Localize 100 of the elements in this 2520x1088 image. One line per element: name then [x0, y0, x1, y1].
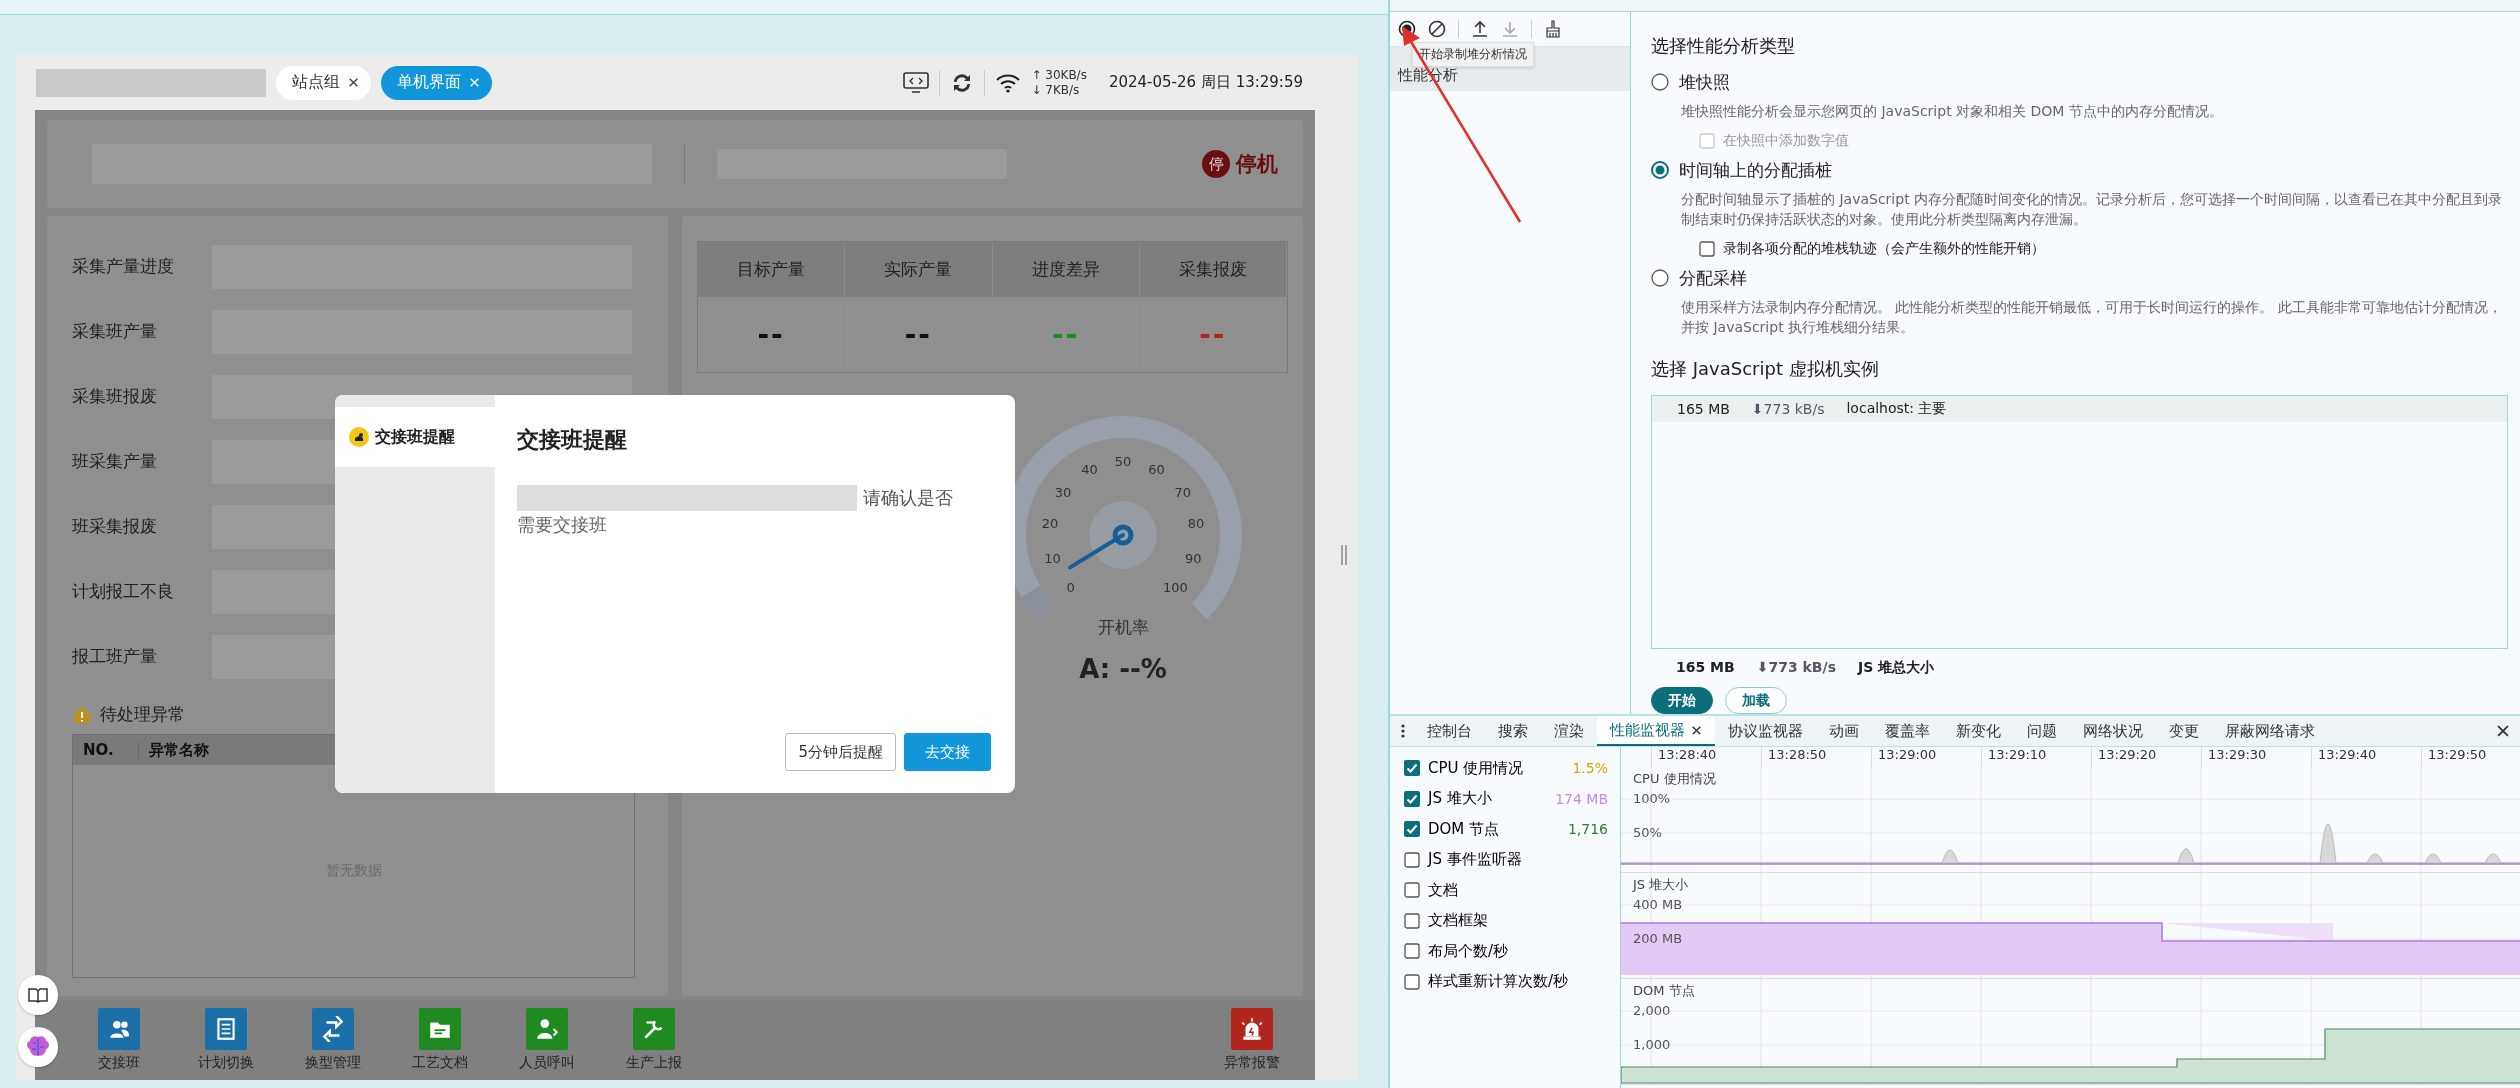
- radio-button[interactable]: [1651, 73, 1669, 92]
- toolbar-label[interactable]: 交接班: [97, 1054, 140, 1072]
- stat-value: --: [698, 297, 846, 372]
- checkbox[interactable]: [1404, 790, 1420, 807]
- section-heading: 选择 JavaScript 虚拟机实例: [1651, 356, 1880, 381]
- graph-title: DOM 节点: [1633, 983, 1695, 998]
- clear-icon[interactable]: [1428, 20, 1446, 38]
- machine-status: 停机: [1236, 151, 1278, 178]
- axis-tick-label: 100%: [1633, 791, 1671, 806]
- swap-icon[interactable]: [311, 1008, 354, 1050]
- datetime: 2024-05-26 周日 13:29:59: [1108, 73, 1303, 92]
- metric-label[interactable]: CPU 使用情况: [1428, 758, 1524, 778]
- metric-label[interactable]: DOM 节点: [1428, 819, 1500, 839]
- toolbar-label[interactable]: 人员呼叫: [518, 1054, 575, 1072]
- checkbox-label[interactable]: 录制各项分配的堆栈轨迹（会产生额外的性能开销）: [1723, 240, 2045, 259]
- resize-handle-icon[interactable]: [1340, 545, 1348, 565]
- close-icon[interactable]: [2496, 724, 2510, 738]
- field-label: 班采集报废: [72, 515, 158, 538]
- dialog-title: 交接班提醒: [517, 426, 628, 454]
- gauge-tick-label: 30: [1054, 484, 1072, 500]
- gauge-tick-label: 0: [1066, 580, 1075, 596]
- call-icon[interactable]: [525, 1008, 568, 1050]
- remind-later-button[interactable]: 5分钟后提醒: [785, 733, 896, 771]
- checklist-icon[interactable]: [204, 1008, 247, 1050]
- gauge-tick-label: 60: [1148, 462, 1165, 478]
- radio-option[interactable]: 分配采样: [1651, 263, 2508, 293]
- field-label: 采集产量进度: [72, 255, 175, 278]
- drawer-tab[interactable]: 覆盖率: [1872, 716, 1943, 746]
- drawer-tab[interactable]: 控制台: [1414, 716, 1485, 746]
- alarm-icon[interactable]: [1230, 1008, 1273, 1050]
- checkbox[interactable]: [1404, 760, 1420, 777]
- checkbox[interactable]: [1404, 821, 1420, 838]
- stat-value: --: [992, 297, 1140, 372]
- heap-size: 165 MB: [1676, 659, 1735, 677]
- heap-rate: ⬇773 kB/s: [1756, 659, 1836, 677]
- graph-title: JS 堆大小: [1633, 877, 1689, 892]
- time-label: 13:29:30: [2201, 747, 2311, 767]
- option-description: 堆快照性能分析会显示您网页的 JavaScript 对象和相关 DOM 节点中的内存分配情况。: [1680, 101, 2224, 121]
- field-label: 报工班产量: [72, 645, 158, 668]
- checkbox[interactable]: [1404, 973, 1420, 990]
- folder-icon[interactable]: [418, 1008, 461, 1050]
- close-icon[interactable]: [1691, 724, 1702, 736]
- time-label: 13:29:00: [1871, 747, 1981, 767]
- radio-button[interactable]: [1651, 269, 1669, 288]
- metric-label[interactable]: JS 堆大小: [1428, 789, 1492, 809]
- book-icon: [28, 987, 48, 1003]
- gauge-tick-label: 40: [1081, 462, 1098, 478]
- drawer-tab[interactable]: 变更: [2156, 716, 2212, 746]
- radio-button[interactable]: [1651, 161, 1669, 180]
- checkbox[interactable]: [1404, 851, 1420, 868]
- start-button[interactable]: 开始: [1651, 687, 1713, 714]
- column-header: 异常名称: [148, 740, 209, 760]
- broom-icon[interactable]: [1544, 20, 1562, 38]
- checkbox[interactable]: [1404, 943, 1420, 960]
- toolbar-label[interactable]: 异常报警: [1223, 1054, 1280, 1072]
- metric-label[interactable]: 样式重新计算次数/秒: [1428, 972, 1569, 992]
- metric-label[interactable]: JS 事件监听器: [1428, 850, 1522, 870]
- gauge-tick-label: 70: [1174, 484, 1192, 500]
- stat-value: --: [845, 297, 993, 372]
- vm-instance-row[interactable]: 165 MB ⬇773 kB/s localhost: 主要: [1652, 395, 2507, 422]
- time-label: 13:29:10: [1981, 747, 2091, 767]
- checkbox[interactable]: [1404, 882, 1420, 899]
- time-label: 13:29:40: [2311, 747, 2421, 767]
- people-icon[interactable]: [97, 1008, 140, 1050]
- drawer-tab[interactable]: 渲染: [1541, 716, 1597, 746]
- drawer-tab[interactable]: 新变化: [1943, 716, 2014, 746]
- section-heading: 选择性能分析类型: [1651, 34, 1796, 58]
- dialog-tab[interactable]: 交接班提醒: [335, 407, 495, 467]
- handover-icon: [349, 427, 369, 447]
- toolbar-label[interactable]: 工艺文档: [411, 1054, 468, 1072]
- load-button[interactable]: 加载: [1725, 687, 1787, 714]
- upload-icon[interactable]: [1471, 20, 1489, 38]
- metric-label[interactable]: 布局个数/秒: [1428, 941, 1509, 961]
- toolbar-label[interactable]: 换型管理: [304, 1054, 361, 1072]
- axis-tick-label: 50%: [1633, 825, 1662, 840]
- option-description: 使用采样方法录制内存分配情况。 此性能分析类型的性能开销最低，可用于长时间运行的操作。 此工具能非常可靠地估计分配情况，并按 JavaScript 执行堆栈细分结果。: [1680, 297, 2503, 337]
- drawer-tab[interactable]: 问题: [2014, 716, 2070, 746]
- tools-icon[interactable]: [632, 1008, 675, 1050]
- column-header: 目标产量: [698, 242, 846, 297]
- upload-speed: ↑ 30KB/s: [1031, 67, 1087, 83]
- metric-label[interactable]: 文档: [1428, 880, 1458, 900]
- checkbox[interactable]: [1404, 912, 1420, 929]
- metric-label[interactable]: 文档框架: [1428, 911, 1488, 931]
- radio-option[interactable]: 时间轴上的分配插桩: [1651, 155, 2508, 185]
- screen-icon[interactable]: [903, 71, 930, 94]
- more-icon[interactable]: [1400, 723, 1406, 739]
- toolbar-label[interactable]: 生产上报: [625, 1054, 682, 1072]
- drawer-tab[interactable]: 屏蔽网络请求: [2212, 716, 2328, 746]
- axis-tick-label: 400 MB: [1633, 897, 1683, 912]
- tab[interactable]: 站点组: [276, 65, 371, 100]
- drawer-tab[interactable]: 协议监视器: [1715, 716, 1816, 746]
- gauge-tick-label: 100: [1162, 580, 1188, 596]
- drawer-tab[interactable]: 动画: [1816, 716, 1872, 746]
- radio-option[interactable]: 堆快照: [1651, 68, 2508, 97]
- toolbar-label[interactable]: 计划切换: [197, 1054, 254, 1072]
- drawer-tab[interactable]: 搜索: [1485, 716, 1541, 746]
- drawer-tab[interactable]: 网络状况: [2070, 716, 2156, 746]
- close-icon[interactable]: [348, 77, 359, 88]
- drawer-tab[interactable]: 性能监视器: [1597, 716, 1715, 746]
- checkbox[interactable]: [1699, 241, 1715, 258]
